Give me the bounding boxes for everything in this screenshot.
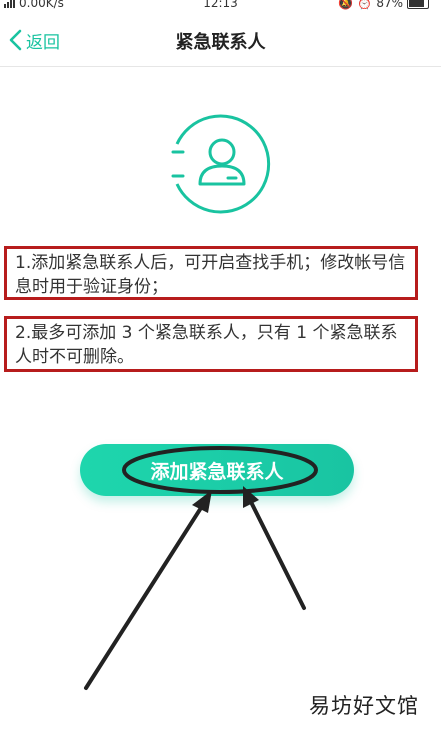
header-bar: 返回 紧急联系人 — [0, 14, 441, 67]
note-verify-identity: 1.添加紧急联系人后，可开启查找手机；修改帐号信息时用于验证身份； — [4, 246, 418, 300]
watermark: 易坊好文馆 — [309, 694, 419, 718]
page-title: 紧急联系人 — [175, 32, 266, 53]
annotation-arrow-right — [243, 486, 306, 610]
annotation-arrow-left — [84, 490, 212, 690]
mute-icon: 🔕 — [338, 0, 354, 10]
note-contact-limit: 2.最多可添加 3 个紧急联系人，只有 1 个紧急联系人时不可删除。 — [4, 316, 418, 372]
status-bar: 0.00K/s 12:13 🔕 ⏰ 87% — [0, 0, 441, 12]
add-emergency-contact-button[interactable]: 添加紧急联系人 — [80, 444, 354, 496]
alarm-icon: ⏰ — [357, 0, 373, 10]
emergency-contacts-screen: 0.00K/s 12:13 🔕 ⏰ 87% 返回 紧急联系人 1.添加紧急联系人… — [0, 0, 441, 730]
contact-person-icon — [168, 112, 272, 216]
status-right: 🔕 ⏰ 87% — [338, 0, 429, 9]
battery-icon — [407, 0, 429, 9]
battery-percent: 87% — [376, 0, 403, 10]
add-button-label: 添加紧急联系人 — [150, 460, 284, 483]
